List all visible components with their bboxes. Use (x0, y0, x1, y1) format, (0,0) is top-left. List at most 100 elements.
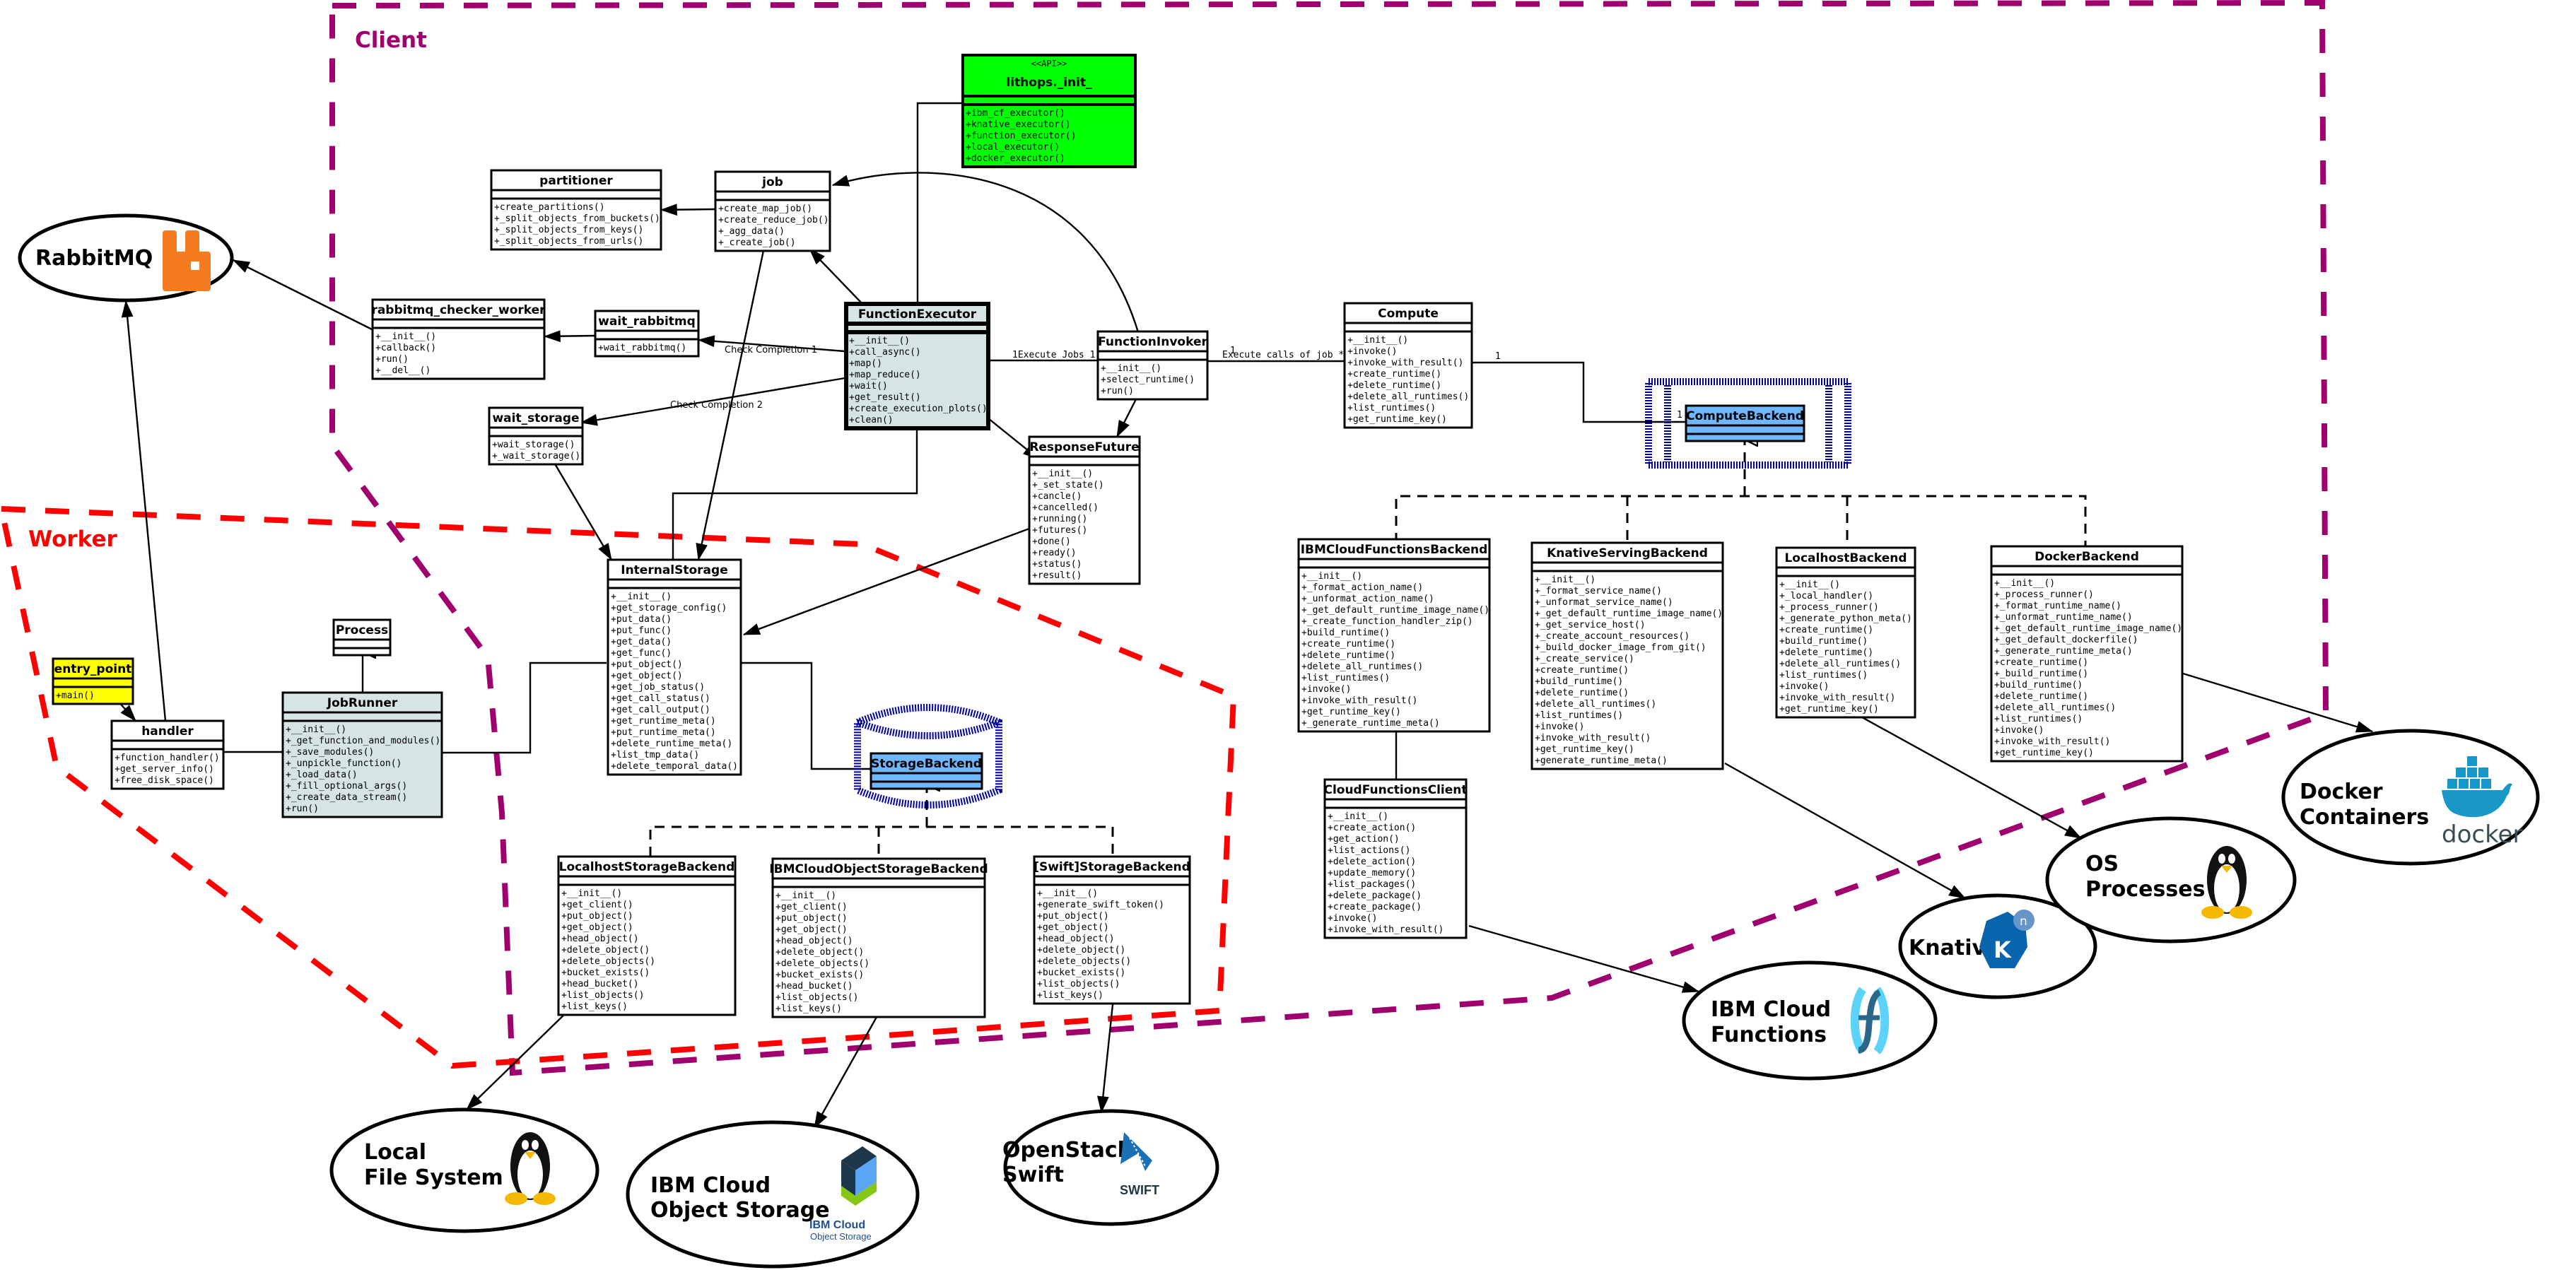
class-ibm-cf-backend[interactable]: IBMCloudFunctionsBackend +__init__()+_for… (1297, 538, 1491, 733)
label-compute-mult: 1 (1495, 351, 1501, 362)
ibm-cos-caption-2: Object Storage (810, 1231, 872, 1242)
class-knative-backend[interactable]: KnativeServingBackend +__init__()+_format… (1530, 541, 1724, 770)
class-swift-storage-backend[interactable]: [Swift]StorageBackend +__init__()+generat… (1033, 855, 1191, 1005)
class-method: +__init__() (775, 890, 836, 901)
class-method: +get_runtime_meta() (611, 716, 716, 727)
class-wait-storage[interactable]: wait_storage +wait_storage()+_wait_storag… (488, 406, 584, 466)
class-method: +__init__() (1994, 578, 2055, 589)
class-method: +_fill_optional_args() (286, 781, 407, 792)
class-rabbitmq-checker-worker[interactable]: rabbitmq_checker_worker +__init__()+callb… (371, 298, 546, 380)
uml-classes: <<API>>lithops._init_+ibm_cf_executor()+… (52, 54, 2184, 1018)
class-method: +_create_account_resources() (1535, 631, 1690, 642)
class-localhost-storage-backend[interactable]: LocalhostStorageBackend +__init__()+get_c… (557, 855, 737, 1016)
class-method: +callback() (375, 343, 436, 353)
os-label-1: OS (2085, 852, 2119, 876)
class-method: +bucket_exists() (1037, 968, 1125, 978)
class-storage-backend[interactable]: StorageBackend (870, 752, 983, 790)
class-method: +clean() (849, 415, 894, 425)
service-docker-containers[interactable]: Docker Containers docker (2281, 729, 2540, 866)
class-name: rabbitmq_checker_worker (371, 303, 546, 317)
class-method: +generate_runtime_meta() (1535, 755, 1668, 766)
class-cloud-functions-client[interactable]: CloudFunctionsClient +__init__()+create_a… (1323, 778, 1468, 939)
class-job-runner[interactable]: JobRunner +__init__()+_get_function_and_m… (281, 691, 443, 818)
class-method: +__init__() (561, 888, 622, 899)
class-compute[interactable]: Compute +__init__()+invoke()+invoke_with_… (1343, 302, 1473, 429)
class-method: +invoke_with_result() (1535, 733, 1651, 743)
class-method: +get_call_status() (611, 693, 710, 704)
class-wait-rabbitmq[interactable]: wait_rabbitmq +wait_rabbitmq() (594, 310, 700, 358)
class-method: +get_func() (611, 648, 672, 659)
class-job[interactable]: job +create_map_job()+create_reduce_job()… (714, 170, 831, 252)
class-method: +get_runtime_key() (1779, 704, 1879, 715)
class-method: +__init__() (375, 331, 436, 342)
label-check-completion-1: Check Completion 1 (725, 345, 817, 355)
class-ibm-cos-backend[interactable]: IBMCloudObjectStorageBackend+__init__()+… (769, 857, 988, 1018)
class-entry-point[interactable]: entry_point +main() (52, 657, 134, 705)
class-function-invoker[interactable]: FunctionInvoker +__init__()+select_runtim… (1096, 330, 1209, 401)
class-method: +_local_handler() (1779, 591, 1873, 601)
class-method: +bucket_exists() (775, 970, 864, 980)
class-method: +_agg_data() (718, 226, 785, 237)
service-ibm-cloud-object-storage[interactable]: IBM Cloud Object Storage IBM Cloud Objec… (626, 1120, 920, 1269)
ibm-cos-label-1: IBM Cloud (650, 1173, 771, 1198)
class-function-executor[interactable]: FunctionExecutor +__init__()+call_async()… (844, 302, 990, 430)
class-method: +wait() (849, 381, 888, 392)
service-os-processes[interactable]: OS Processes (2045, 816, 2297, 943)
class-method: +free_disk_space() (115, 775, 214, 786)
client-label: Client (355, 28, 427, 53)
class-partitioner[interactable]: partitioner+create_partitions()+_split_o… (490, 169, 662, 251)
class-method: +_load_data() (286, 770, 358, 780)
class-compute-backend[interactable]: ComputeBackend (1685, 404, 1805, 442)
class-response-future[interactable]: ResponseFuture+__init__()+_set_state()+c… (1028, 435, 1141, 585)
worker-label: Worker (28, 527, 117, 552)
class-name: StorageBackend (871, 757, 982, 771)
class-docker-backend[interactable]: DockerBackend +__init__()+_process_runner… (1990, 545, 2184, 763)
label-computebackend-mult: 1 (1677, 410, 1682, 421)
class-method: +_get_default_runtime_image_name() (1535, 608, 1723, 619)
docker-caption: docker (2442, 821, 2522, 849)
class-method: +get_action() (1328, 834, 1400, 845)
class-method: +__init__() (1328, 811, 1388, 822)
class-method: +invoke() (1779, 681, 1829, 692)
class-method: +_split_objects_from_keys() (494, 225, 643, 235)
class-handler[interactable]: handler +function_handler()+get_server_in… (110, 719, 225, 790)
class-method: +result() (1032, 570, 1082, 581)
class-method: +_get_function_and_modules() (286, 736, 440, 746)
edge-checker-to-rabbitmq (232, 259, 375, 332)
class-method: +status() (1032, 559, 1082, 570)
class-method: +wait_rabbitmq() (598, 343, 686, 353)
service-openstack-swift[interactable]: OpenStack Swift SWIFT (1002, 1109, 1219, 1226)
service-ibm-cloud-functions[interactable]: IBM Cloud Functions (1682, 960, 1938, 1081)
class-method: +futures() (1032, 525, 1087, 536)
class-localhost-backend[interactable]: LocalhostBackend +__init__()+_local_handl… (1775, 546, 1916, 719)
edge-storagebackends-realize (649, 825, 1114, 857)
class-method: +get_data() (611, 637, 672, 647)
edge-storagebackend-to-internalstorage (742, 663, 871, 770)
class-method: +delete_all_runtimes() (1535, 699, 1656, 710)
class-internal-storage[interactable]: InternalStorage +__init__()+get_storage_c… (607, 558, 742, 776)
class-method: +create_runtime() (1301, 639, 1395, 649)
class-method: +create_package() (1328, 902, 1422, 912)
class-method: +_save_modules() (286, 747, 374, 758)
service-local-file-system[interactable]: Local File System (329, 1107, 599, 1233)
class-method: +_split_objects_from_urls() (494, 236, 643, 247)
service-rabbitmq[interactable]: RabbitMQ (18, 213, 234, 302)
class-method: +get_object() (611, 671, 683, 681)
class-name: JobRunner (327, 696, 398, 710)
class-method: +delete_object() (1037, 945, 1125, 956)
class-method: +put_object() (611, 659, 683, 670)
label-execute-jobs: 1Execute Jobs 1 (1012, 350, 1095, 360)
class-name: wait_rabbitmq (598, 314, 696, 329)
class-method: +delete_runtime() (1779, 647, 1873, 658)
class-method: +__init__() (1101, 363, 1161, 374)
class-lithops-init[interactable]: <<API>>lithops._init_+ibm_cf_executor()+… (961, 54, 1137, 168)
class-method: +create_reduce_job() (718, 215, 829, 225)
class-method: +list_runtimes() (1301, 673, 1390, 683)
class-method: +bucket_exists() (561, 968, 650, 978)
class-method: +__del__() (375, 365, 431, 376)
class-method: +delete_runtime_meta() (611, 739, 732, 749)
class-process[interactable]: Process (332, 618, 392, 657)
ibm-cf-label-2: Functions (1711, 1023, 1827, 1047)
class-method: +_format_action_name() (1301, 582, 1423, 593)
class-method: +list_objects() (561, 990, 644, 1001)
